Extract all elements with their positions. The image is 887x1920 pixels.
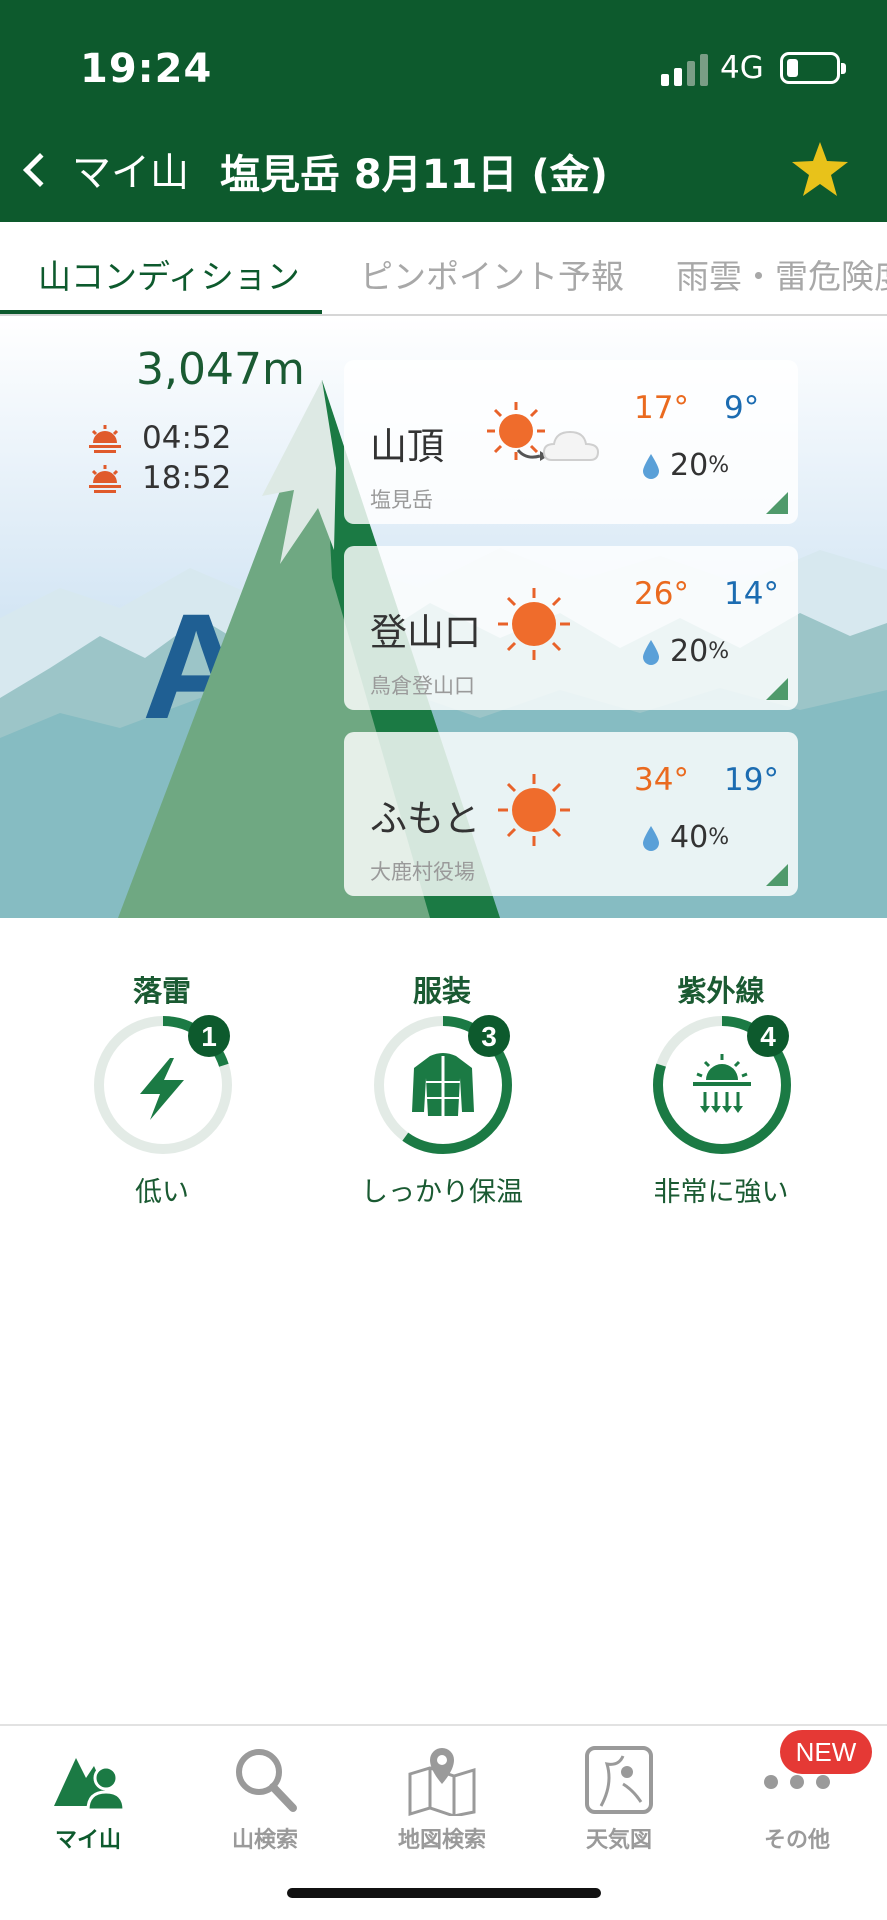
sunny-icon: [498, 774, 570, 846]
card-corner-indicator: [766, 678, 788, 700]
clothing-gauge: 3: [374, 1015, 512, 1154]
raindrop-icon: [643, 639, 659, 665]
sunny-then-cloudy-icon: [487, 402, 600, 461]
raindrop-icon: [643, 825, 659, 851]
indicator-value: しっかり保温: [361, 1177, 523, 1208]
sunrise-row: 04:52: [88, 420, 231, 456]
level-number: 1: [201, 1021, 217, 1052]
raindrop-icon: [643, 453, 659, 479]
tab-pinpoint-forecast[interactable]: ピンポイント予報: [360, 250, 624, 298]
forecast-card-summit[interactable]: 山頂 塩見岳 17° 9° 20%: [344, 360, 798, 524]
sunset-icon: [89, 465, 121, 493]
nav-my-mountain[interactable]: マイ山: [13, 1736, 163, 1866]
lightning-indicator[interactable]: 落雷 1 低い: [62, 968, 262, 1208]
back-button[interactable]: マイ山: [14, 142, 214, 198]
rain-value: 20: [670, 634, 709, 669]
nav-label: その他: [763, 1828, 830, 1853]
temp-low: 9°: [724, 390, 760, 426]
nav-map-search[interactable]: 地図検索: [367, 1736, 517, 1866]
temp-low: 14°: [724, 576, 779, 612]
level-number: 3: [481, 1021, 497, 1052]
search-icon: [236, 1749, 297, 1812]
sunny-icon: [498, 588, 570, 660]
uv-gauge: 4: [653, 1015, 791, 1154]
location-name: 山頂: [370, 425, 444, 468]
active-tab-indicator: [0, 310, 322, 314]
weather-map-icon: [585, 1746, 653, 1814]
mountain-condition-panel: A 3,047m 04:52 18:52 山頂 塩見岳 17° 9° 20 % …: [0, 318, 887, 918]
network-type: 4G: [720, 50, 764, 86]
nav-label: マイ山: [54, 1828, 121, 1853]
sunrise-icon: [89, 425, 121, 453]
indicator-title: 落雷: [132, 974, 191, 1008]
new-badge: NEW: [780, 1730, 872, 1774]
app-screen: 19:24 4G マイ山 塩見岳 8月11日 (金) 山コンディション ピンポイ…: [0, 0, 887, 1920]
favorite-star-icon[interactable]: [790, 140, 850, 198]
lightning-gauge: 1: [94, 1015, 232, 1154]
header: 19:24 4G マイ山 塩見岳 8月11日 (金): [0, 0, 887, 222]
indicator-value: 低い: [135, 1177, 189, 1208]
forecast-card-foothill[interactable]: ふもと 大鹿村役場 34° 19° 40%: [344, 732, 798, 896]
rain-chance: 20%: [642, 448, 729, 483]
nav-mountain-search[interactable]: 山検索: [190, 1736, 340, 1866]
rain-value: 20: [670, 448, 709, 483]
summit-elevation: 3,047m: [136, 344, 305, 395]
location-sub: 大鹿村役場: [370, 860, 475, 884]
page-title: 塩見岳 8月11日 (金): [220, 152, 608, 198]
map-pin-icon: [408, 1748, 476, 1816]
battery-icon: [780, 52, 846, 84]
location-sub: 塩見岳: [370, 488, 433, 512]
home-indicator: [287, 1888, 601, 1898]
location-name: ふもと: [370, 797, 481, 840]
temp-low: 19°: [724, 762, 779, 798]
indicator-title: 服装: [412, 974, 471, 1008]
jacket-icon: [412, 1053, 474, 1116]
rain-unit: %: [708, 639, 730, 664]
nav-label: 山検索: [231, 1828, 298, 1853]
card-corner-indicator: [766, 864, 788, 886]
clothing-indicator[interactable]: 服装 3 しっかり保温: [342, 968, 542, 1208]
temp-high: 26°: [634, 576, 689, 612]
sunset-row: 18:52: [88, 460, 231, 496]
nav-label: 地図検索: [397, 1828, 486, 1853]
rain-unit: %: [708, 453, 730, 478]
rain-chance: 20%: [642, 634, 729, 669]
sunrise-time: 04:52: [142, 420, 232, 456]
location-name: 登山口: [370, 611, 481, 654]
status-time: 19:24: [80, 46, 213, 92]
rain-chance: 40%: [642, 820, 729, 855]
signal-icon: [661, 54, 708, 86]
rain-unit: %: [708, 825, 730, 850]
chevron-left-icon: [23, 153, 57, 187]
location-sub: 鳥倉登山口: [370, 674, 475, 698]
tab-rain-thunder-risk[interactable]: 雨雲・雷危険度: [676, 250, 887, 298]
indicator-value: 非常に強い: [653, 1177, 789, 1208]
uv-sun-icon: [693, 1054, 751, 1113]
tab-bar: 山コンディション ピンポイント予報 雨雲・雷危険度: [0, 222, 887, 316]
temp-high: 17°: [634, 390, 689, 426]
level-number: 4: [760, 1021, 776, 1052]
tab-mountain-condition[interactable]: 山コンディション: [38, 250, 300, 298]
rain-value: 40: [670, 820, 709, 855]
indicator-title: 紫外線: [677, 974, 765, 1008]
temp-high: 34°: [634, 762, 689, 798]
back-label: マイ山: [72, 151, 190, 196]
my-mountain-icon: [54, 1758, 124, 1812]
sunset-time: 18:52: [142, 460, 232, 496]
uv-indicator[interactable]: 紫外線 4 非常に強い: [621, 968, 821, 1208]
card-corner-indicator: [766, 492, 788, 514]
lightning-icon: [140, 1058, 184, 1120]
nav-weather-map[interactable]: 天気図: [544, 1736, 694, 1866]
forecast-card-trailhead[interactable]: 登山口 鳥倉登山口 26° 14° 20%: [344, 546, 798, 710]
nav-label: 天気図: [585, 1828, 652, 1853]
